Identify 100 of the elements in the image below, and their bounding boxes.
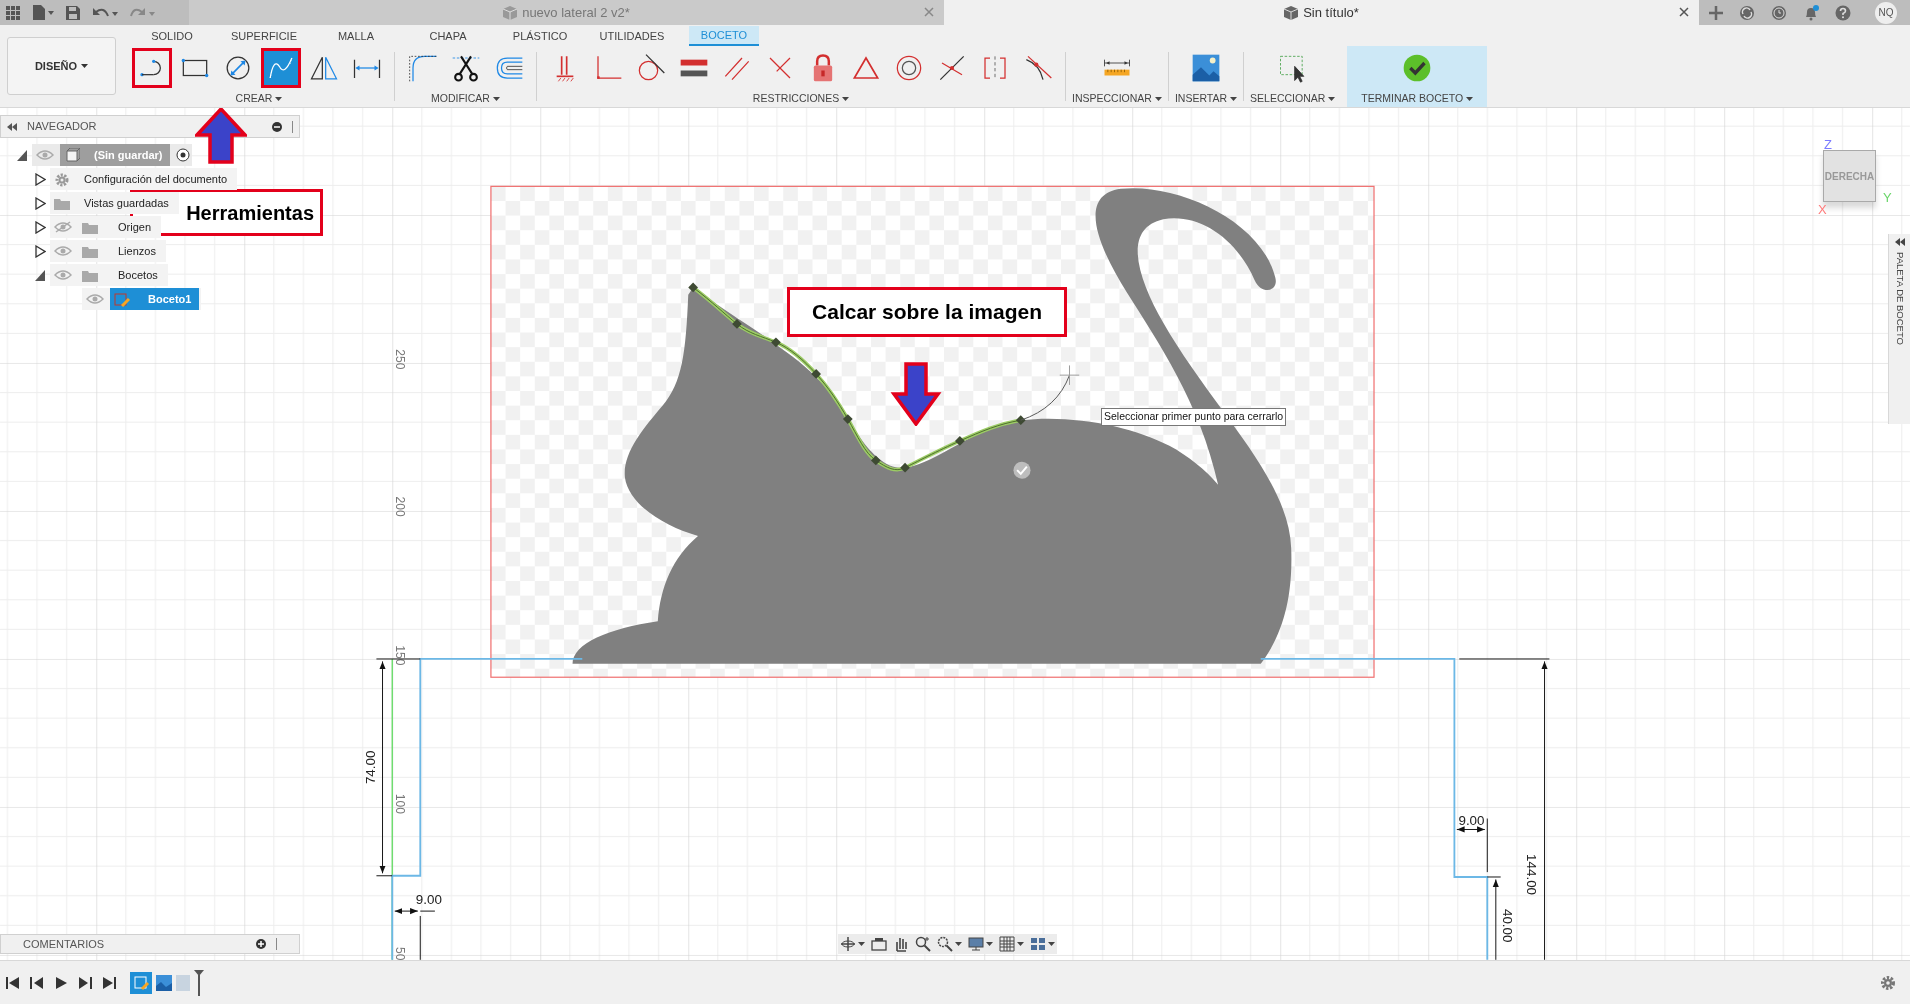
attached-image[interactable] (490, 185, 1375, 678)
expand-icon[interactable] (1894, 238, 1905, 246)
component-cube-icon (64, 147, 80, 163)
caret-icon (81, 64, 89, 68)
add-comment-icon[interactable] (256, 939, 266, 949)
first-frame-icon[interactable] (6, 975, 20, 990)
tool-group-menu[interactable]: SELECCIONAR (1250, 91, 1336, 107)
gear-icon (54, 171, 70, 187)
collapsed-triangle-icon[interactable] (34, 220, 46, 234)
display-icon[interactable] (968, 936, 984, 952)
help-icon[interactable] (1835, 4, 1851, 21)
dimension-value[interactable]: 9.00 (415, 891, 442, 907)
bell-icon[interactable] (1803, 4, 1819, 21)
tool-group-menu[interactable]: RESTRICCIONES (752, 91, 850, 107)
tool-group-menu[interactable]: INSERTAR (1174, 91, 1238, 107)
spline-point[interactable] (900, 462, 910, 473)
collapse-icon[interactable] (7, 122, 17, 131)
tooltip: Seleccionar primer punto para cerrarlo (1101, 408, 1287, 426)
dimension-value[interactable]: 9.00 (1458, 812, 1485, 828)
dimension-value[interactable]: 144.00 (1524, 854, 1540, 895)
caret-icon (275, 97, 283, 102)
cube-icon (503, 5, 518, 20)
dimension-line (394, 908, 436, 960)
spline-point[interactable] (842, 414, 853, 424)
toolbar-tab[interactable]: MALLA (325, 26, 387, 47)
ruler-label: 100 (392, 793, 407, 815)
toolbar-tab[interactable]: SOLIDO (139, 26, 205, 47)
viewports-icon[interactable] (1030, 936, 1046, 952)
dimension-value[interactable]: 74.00 (363, 750, 379, 785)
spline-point[interactable] (771, 337, 781, 348)
sketch-icon (114, 291, 130, 307)
preview-curve (1020, 374, 1070, 421)
panel-title: NAVEGADOR (27, 119, 98, 135)
play-icon[interactable] (54, 975, 68, 990)
tool-group-menu[interactable]: TERMINAR BOCETO (1361, 91, 1474, 107)
sketch-palette-tab[interactable]: PALETA DE BOCETO (1888, 234, 1910, 424)
file-icon[interactable] (32, 5, 54, 20)
dimension-value[interactable]: 40.00 (1500, 908, 1516, 943)
sync-icon[interactable] (1739, 4, 1755, 21)
camera-icon[interactable] (871, 936, 887, 952)
toolbar-tab[interactable]: CHAPA (417, 26, 479, 47)
spline-point[interactable] (870, 455, 881, 466)
workspace-button[interactable]: DISEÑO (7, 37, 116, 95)
document-title: Sin título* (1303, 3, 1359, 22)
expanded-triangle-icon[interactable] (16, 148, 28, 162)
tool-group-menu[interactable]: MODIFICAR (431, 91, 500, 107)
timeline-marker-icon[interactable] (194, 969, 204, 996)
pan-hand-icon[interactable] (893, 936, 909, 952)
last-frame-icon[interactable] (102, 975, 116, 990)
next-frame-icon[interactable] (78, 975, 92, 990)
collapsed-triangle-icon[interactable] (34, 196, 46, 210)
tool-group-menu[interactable]: CREAR (235, 91, 283, 107)
crosshair-cursor-icon (1059, 364, 1080, 386)
image-feature-icon[interactable] (156, 974, 172, 991)
spline-point[interactable] (955, 436, 965, 446)
radio-target-icon[interactable] (176, 148, 191, 162)
annotation-callout: Calcar sobre la imagen (787, 287, 1067, 337)
tree-item[interactable]: Configuración del documento (50, 168, 236, 190)
spline-point[interactable] (732, 319, 742, 329)
tool-group-menu[interactable]: INSPECCIONAR (1072, 91, 1162, 107)
ruler-label: 200 (392, 496, 407, 517)
sketch-feature-icon[interactable] (130, 971, 152, 994)
toolbar-tab[interactable]: SUPERFICIE (219, 26, 309, 47)
caret-icon (1017, 942, 1024, 946)
tree-item[interactable]: Boceto1 (110, 288, 200, 310)
settings-icon[interactable] (1880, 974, 1896, 991)
scissors-icon (450, 53, 481, 84)
caret-icon (1466, 97, 1474, 102)
ruler-label: 50 (392, 946, 407, 960)
collapsed-triangle-icon[interactable] (34, 172, 46, 186)
zoom-window-icon[interactable] (937, 936, 953, 952)
check-circle-icon (1402, 53, 1433, 84)
fillet-tool-icon (407, 53, 438, 84)
apps-grid-icon[interactable] (6, 5, 20, 20)
tree-item[interactable]: Vistas guardadas (50, 192, 177, 214)
clock-icon[interactable] (1771, 4, 1787, 21)
save-icon[interactable] (66, 5, 80, 20)
user-avatar[interactable]: NQ (1875, 1, 1897, 24)
close-icon[interactable] (1679, 7, 1689, 17)
spline-point[interactable] (688, 282, 698, 293)
collapsed-triangle-icon[interactable] (34, 244, 46, 258)
toolbar-tab[interactable]: UTILIDADES (587, 26, 677, 47)
zoom-icon[interactable] (915, 936, 931, 952)
grid-icon[interactable] (999, 936, 1015, 952)
orbit-icon[interactable] (840, 936, 856, 952)
document-title: nuevo lateral 2 v2* (522, 3, 630, 22)
caret-icon (1230, 97, 1238, 102)
caret-icon (1154, 97, 1162, 102)
document-tab[interactable]: Sin título* (944, 0, 1699, 25)
toolbar-tab[interactable]: PLÁSTICO (500, 26, 580, 47)
expanded-triangle-icon[interactable] (34, 268, 46, 282)
spline-point[interactable] (811, 369, 821, 379)
spline-point[interactable] (1015, 415, 1026, 426)
panel-title: COMENTARIOS (23, 936, 106, 952)
plus-icon[interactable] (1709, 5, 1723, 20)
previous-frame-icon[interactable] (30, 975, 44, 990)
axis-label: X (1818, 201, 1827, 219)
minus-circle-icon[interactable] (272, 121, 282, 132)
ruler-label: 250 (392, 349, 407, 370)
selection-box-icon (1277, 53, 1308, 84)
